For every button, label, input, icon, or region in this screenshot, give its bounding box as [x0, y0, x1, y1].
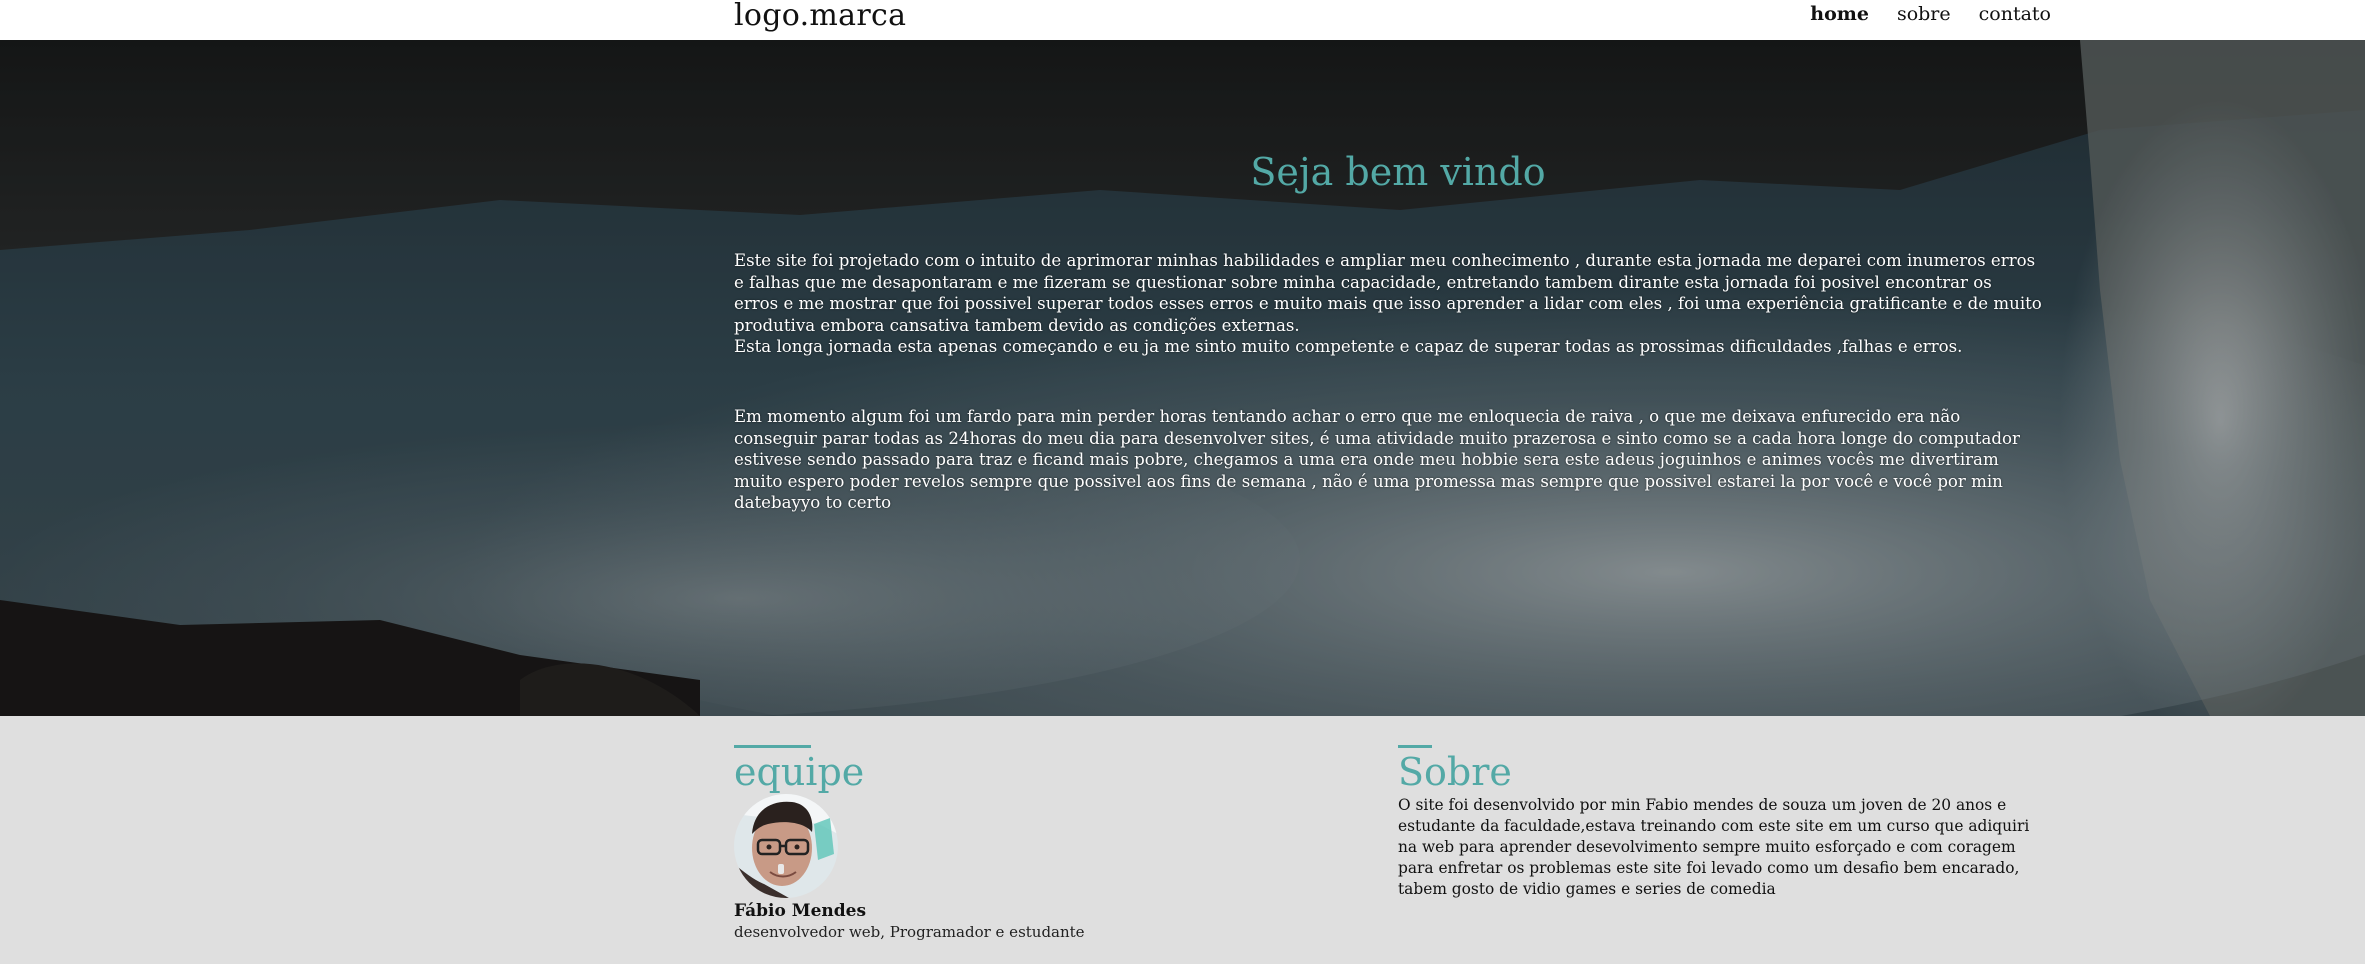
sobre-accent-line: [1398, 745, 1432, 748]
paragraph-line: estudante da faculdade,estava treinando …: [1398, 817, 2030, 835]
paragraph-line: O site foi desenvolvido por min Fabio me…: [1398, 796, 2007, 814]
profile-photo-icon: [734, 794, 838, 898]
welcome-heading: Seja bem vindo: [1250, 150, 1546, 194]
paragraph-line: para enfretar os problemas este site foi…: [1398, 859, 2020, 877]
second-paragraph: Em momento algum foi um fardo para min p…: [734, 406, 2064, 514]
paragraph-line: na web para aprender desevolvimento semp…: [1398, 838, 2016, 856]
sobre-heading: Sobre: [1398, 750, 1512, 794]
hero-banner: Seja bem vindo Este site foi projetado c…: [0, 40, 2365, 716]
top-header: logo.marca home sobre contato: [0, 0, 2365, 40]
paragraph-line: datebayyo to certo: [734, 493, 892, 512]
paragraph-line: conseguir parar todas as 24horas do meu …: [734, 428, 2020, 448]
paragraph-line: muito espero poder revelos sempre que po…: [734, 471, 2003, 491]
paragraph-line: Este site foi projetado com o intuito de…: [734, 251, 2036, 270]
member-name: Fábio Mendes: [734, 901, 867, 921]
nav-contato-link[interactable]: contato: [1979, 3, 2051, 25]
paragraph-line: tabem gosto de vidio games e series de c…: [1398, 880, 1776, 898]
paragraph-line: estivese sendo passado para traz e fican…: [734, 450, 1999, 469]
waterfall-background-image: [0, 40, 2365, 716]
equipe-accent-line: [734, 745, 811, 748]
paragraph-line: Em momento algum foi um fardo para min p…: [734, 407, 1961, 426]
paragraph-line: erros e me mostrar que foi possivel supe…: [734, 294, 2042, 313]
paragraph-line: e falhas que me desapontaram e me fizera…: [734, 272, 1992, 292]
paragraph-line: Esta longa jornada esta apenas começando…: [734, 337, 1963, 356]
nav-home-link[interactable]: home: [1810, 3, 1869, 25]
sobre-paragraph: O site foi desenvolvido por min Fabio me…: [1398, 795, 2058, 900]
intro-paragraph: Este site foi projetado com o intuito de…: [734, 250, 2064, 358]
equipe-heading: equipe: [734, 750, 865, 794]
avatar: [734, 794, 838, 898]
nav-sobre-link[interactable]: sobre: [1897, 3, 1951, 25]
paragraph-line: produtiva embora cansativa tambem devido…: [734, 315, 1300, 335]
main-nav: home sobre contato: [1810, 3, 2051, 25]
logo[interactable]: logo.marca: [734, 0, 906, 33]
member-role: desenvolvedor web, Programador e estudan…: [734, 923, 1085, 941]
